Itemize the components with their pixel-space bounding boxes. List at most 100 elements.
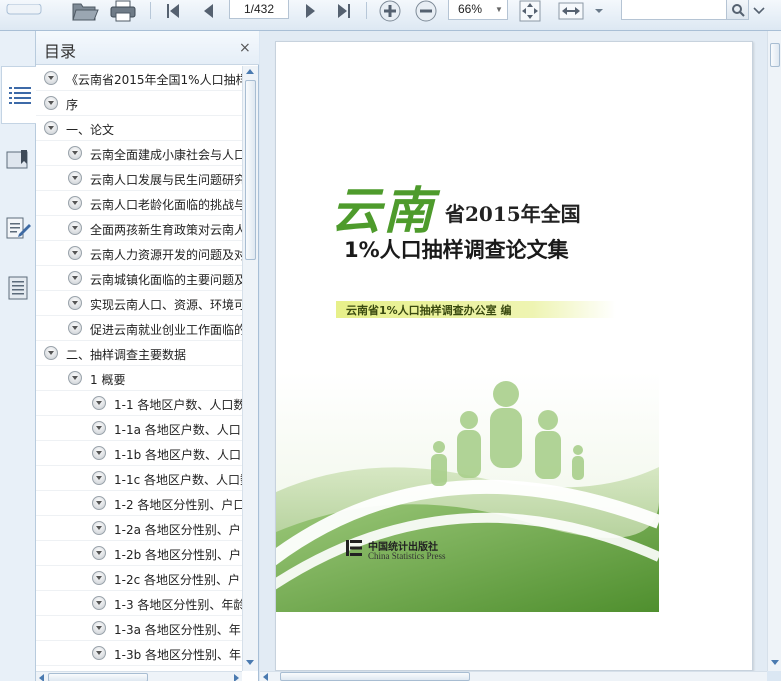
expand-toggle-icon[interactable] — [92, 546, 106, 560]
toc-item-label: 1-3a 各地区分性别、年 — [114, 623, 241, 637]
expand-toggle-icon[interactable] — [92, 621, 106, 635]
sidebar-tab-bookmarks[interactable] — [1, 131, 35, 189]
toc-item-label: 一、论文 — [66, 123, 115, 137]
toc-item[interactable]: 1-1c 各地区户数、人口数 — [36, 466, 242, 491]
scrollbar-thumb[interactable] — [280, 672, 470, 681]
toc-item[interactable]: 1 概要 — [36, 366, 242, 391]
sidebar-tab-toc[interactable] — [1, 66, 37, 124]
toc-vertical-scrollbar[interactable] — [242, 66, 258, 671]
expand-toggle-icon[interactable] — [68, 371, 82, 385]
toc-item[interactable]: 1-2c 各地区分性别、户 — [36, 566, 242, 591]
expand-toggle-icon[interactable] — [68, 196, 82, 210]
zoom-in-button[interactable] — [376, 0, 404, 22]
expand-toggle-icon[interactable] — [92, 471, 106, 485]
first-page-button[interactable] — [160, 0, 186, 22]
expand-toggle-icon[interactable] — [92, 596, 106, 610]
toc-item[interactable]: 《云南省2015年全国1%人口抽样 — [36, 66, 242, 91]
print-button[interactable] — [108, 0, 138, 22]
scroll-up-icon[interactable] — [246, 69, 254, 74]
toc-item[interactable]: 云南全面建成小康社会与人口 — [36, 141, 242, 166]
toc-item-label: 1-2c 各地区分性别、户 — [114, 573, 241, 587]
toc-item[interactable]: 促进云南就业创业工作面临的 — [36, 316, 242, 341]
toolbar-separator — [366, 2, 367, 19]
search-input[interactable] — [621, 0, 727, 20]
scroll-down-icon[interactable] — [246, 660, 254, 665]
scrollbar-thumb[interactable] — [48, 673, 148, 681]
expand-toggle-icon[interactable] — [68, 171, 82, 185]
scroll-down-icon[interactable] — [771, 660, 779, 665]
expand-toggle-icon[interactable] — [92, 571, 106, 585]
expand-toggle-icon[interactable] — [68, 296, 82, 310]
toc-item-label: 云南全面建成小康社会与人口 — [90, 148, 242, 162]
toc-item[interactable]: 一、论文 — [36, 116, 242, 141]
scroll-right-icon[interactable] — [234, 674, 239, 681]
page-number-input[interactable]: 1/432 — [229, 0, 289, 19]
fit-page-button[interactable] — [516, 0, 544, 22]
toc-item[interactable]: 1-2 各地区分性别、户口 — [36, 491, 242, 516]
toc-item[interactable]: 1-2b 各地区分性别、户 — [36, 541, 242, 566]
toc-item[interactable]: 1-1 各地区户数、人口数 — [36, 391, 242, 416]
sidebar-tab-annotations[interactable] — [1, 199, 35, 257]
sidebar-tab-thumbnails[interactable] — [1, 259, 35, 317]
expand-toggle-icon[interactable] — [92, 521, 106, 535]
expand-toggle-icon[interactable] — [68, 146, 82, 160]
open-folder-icon — [72, 3, 99, 21]
document-page: 云南 省2015年全国 1%人口抽样调查论文集 云南省1%人口抽样调查办公室 编 — [275, 41, 753, 671]
expand-toggle-icon[interactable] — [92, 396, 106, 410]
last-page-button[interactable] — [331, 0, 357, 22]
scrollbar-thumb[interactable] — [770, 43, 780, 67]
expand-toggle-icon[interactable] — [92, 496, 106, 510]
toc-item[interactable]: 云南城镇化面临的主要问题及 — [36, 266, 242, 291]
toc-item[interactable]: 1-1b 各地区户数、人口 — [36, 441, 242, 466]
scrollbar-thumb[interactable] — [245, 80, 256, 260]
toc-item[interactable]: 1-3 各地区分性别、年龄 — [36, 591, 242, 616]
prev-page-button[interactable] — [196, 0, 222, 22]
toc-item[interactable]: 序 — [36, 91, 242, 116]
toc-item-label: 云南人口老龄化面临的挑战与 — [90, 198, 242, 212]
toc-item[interactable]: 实现云南人口、资源、环境可 — [36, 291, 242, 316]
toc-item[interactable]: 1-1a 各地区户数、人口 — [36, 416, 242, 441]
toc-item[interactable]: 二、抽样调查主要数据 — [36, 341, 242, 366]
expand-toggle-icon[interactable] — [44, 71, 58, 85]
expand-toggle-icon[interactable] — [68, 321, 82, 335]
toolbar-left-button[interactable] — [4, 0, 44, 22]
fit-options-button[interactable] — [592, 0, 606, 22]
scroll-left-icon[interactable] — [263, 673, 268, 681]
expand-toggle-icon[interactable] — [68, 221, 82, 235]
annotation-icon — [6, 217, 31, 239]
search-button[interactable] — [727, 0, 749, 20]
expand-toggle-icon[interactable] — [92, 446, 106, 460]
toc-item-label: 1-1 各地区户数、人口数 — [114, 398, 242, 412]
expand-toggle-icon[interactable] — [44, 96, 58, 110]
prev-page-icon — [204, 4, 213, 18]
fit-width-button[interactable] — [556, 0, 586, 22]
toc-item[interactable]: 全面两孩新生育政策对云南人 — [36, 216, 242, 241]
zoom-select[interactable]: 66% ▼ — [448, 0, 508, 20]
toc-item[interactable]: 1-3b 各地区分性别、年 — [36, 641, 242, 666]
toc-item-label: 1 概要 — [90, 373, 126, 387]
next-page-button[interactable] — [297, 0, 323, 22]
toc-horizontal-scrollbar[interactable] — [36, 671, 242, 681]
close-icon[interactable]: × — [239, 41, 251, 55]
zoom-out-button[interactable] — [412, 0, 440, 22]
expand-toggle-icon[interactable] — [44, 346, 58, 360]
press-logo-icon — [346, 540, 362, 556]
toc-item[interactable]: 云南人口老龄化面临的挑战与 — [36, 191, 242, 216]
toc-item[interactable]: 云南人口发展与民生问题研究 — [36, 166, 242, 191]
expand-toggle-icon[interactable] — [92, 421, 106, 435]
zoom-value: 66% — [458, 2, 483, 16]
menu-icon — [6, 4, 42, 15]
expand-toggle-icon[interactable] — [92, 646, 106, 660]
toc-item[interactable]: 云南人力资源开发的问题及对 — [36, 241, 242, 266]
expand-toggle-icon[interactable] — [68, 271, 82, 285]
scroll-left-icon[interactable] — [39, 674, 44, 681]
toc-item[interactable]: 1-3a 各地区分性别、年 — [36, 616, 242, 641]
viewer-horizontal-scrollbar[interactable] — [260, 671, 767, 681]
more-options-button[interactable] — [752, 0, 766, 22]
expand-toggle-icon[interactable] — [44, 121, 58, 135]
toc-item[interactable]: 1-2a 各地区分性别、户 — [36, 516, 242, 541]
expand-toggle-icon[interactable] — [68, 246, 82, 260]
toc-item-label: 《云南省2015年全国1%人口抽样 — [66, 73, 242, 87]
open-button[interactable] — [70, 0, 100, 22]
viewer-vertical-scrollbar[interactable] — [767, 31, 781, 671]
